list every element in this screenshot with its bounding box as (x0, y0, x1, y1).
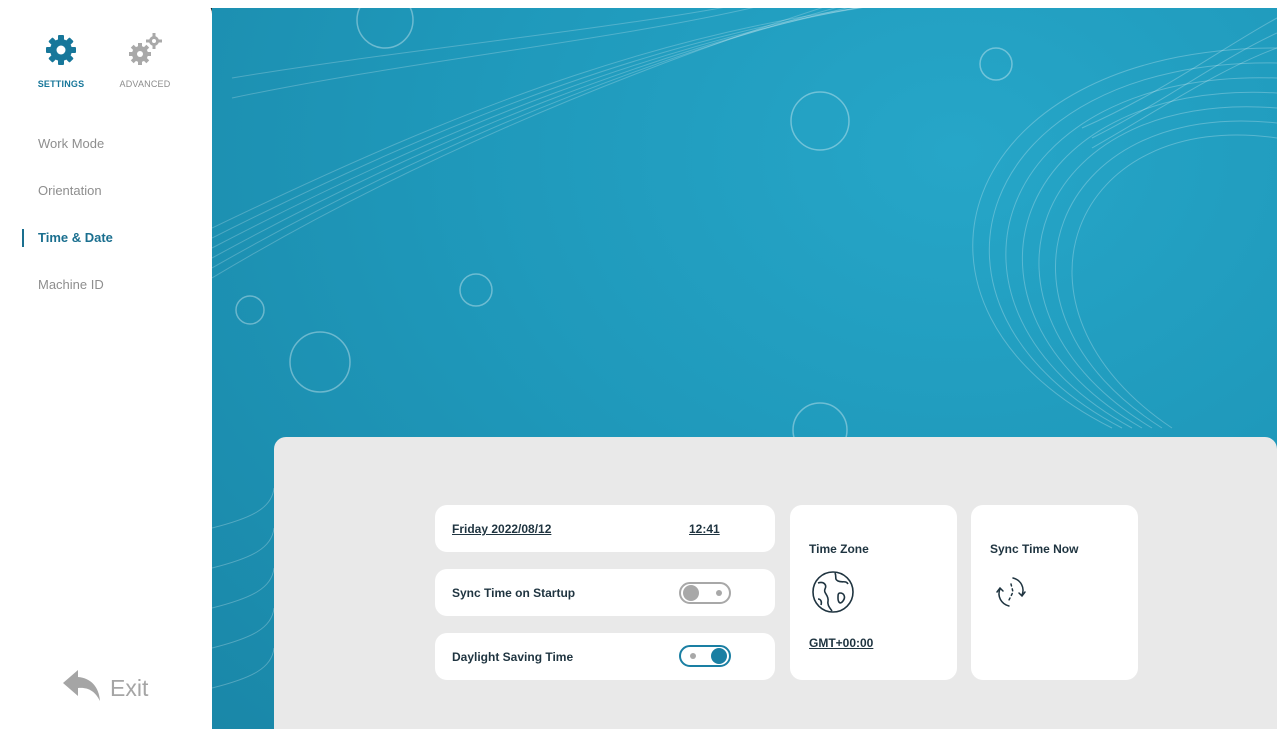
toggle-knob (711, 648, 727, 664)
sync-startup-row: Sync Time on Startup (435, 569, 775, 616)
dst-label: Daylight Saving Time (452, 650, 574, 664)
gear-icon (43, 35, 79, 72)
toggle-dot (716, 590, 722, 596)
back-arrow-icon (62, 668, 102, 709)
tab-settings-label: SETTINGS (37, 79, 85, 89)
sync-startup-toggle[interactable] (679, 582, 731, 604)
tab-settings[interactable]: SETTINGS (26, 32, 96, 89)
sync-now-title: Sync Time Now (990, 542, 1079, 556)
time-zone-value[interactable]: GMT+00:00 (809, 636, 873, 650)
gears-icon (125, 33, 165, 72)
time-value[interactable]: 12:41 (689, 522, 720, 536)
toggle-dot (690, 653, 696, 659)
sync-icon (991, 572, 1031, 617)
toggle-knob (683, 585, 699, 601)
tab-advanced-label: ADVANCED (119, 79, 171, 89)
date-value[interactable]: Friday 2022/08/12 (452, 522, 551, 536)
sidebar-item-work-mode[interactable]: Work Mode (38, 136, 104, 151)
time-date-panel: Friday 2022/08/12 12:41 Sync Time on Sta… (274, 437, 1277, 729)
sync-startup-label: Sync Time on Startup (452, 586, 576, 600)
sync-now-card[interactable]: Sync Time Now (971, 505, 1138, 680)
globe-icon (810, 569, 856, 620)
exit-button[interactable]: Exit (62, 668, 148, 709)
dst-row: Daylight Saving Time (435, 633, 775, 680)
date-time-card[interactable]: Friday 2022/08/12 12:41 (435, 505, 775, 552)
sidebar-item-machine-id[interactable]: Machine ID (38, 277, 104, 292)
sidebar-item-orientation[interactable]: Orientation (38, 183, 102, 198)
dst-toggle[interactable] (679, 645, 731, 667)
sidebar: SETTINGS ADVANCED Work Mode Orientation … (0, 0, 212, 729)
active-indicator (22, 229, 24, 247)
exit-label: Exit (110, 675, 149, 701)
time-zone-title: Time Zone (809, 542, 869, 556)
time-zone-card[interactable]: Time Zone GMT+00:00 (790, 505, 957, 680)
tab-advanced[interactable]: ADVANCED (110, 32, 180, 89)
sidebar-item-time-date[interactable]: Time & Date (38, 230, 113, 245)
